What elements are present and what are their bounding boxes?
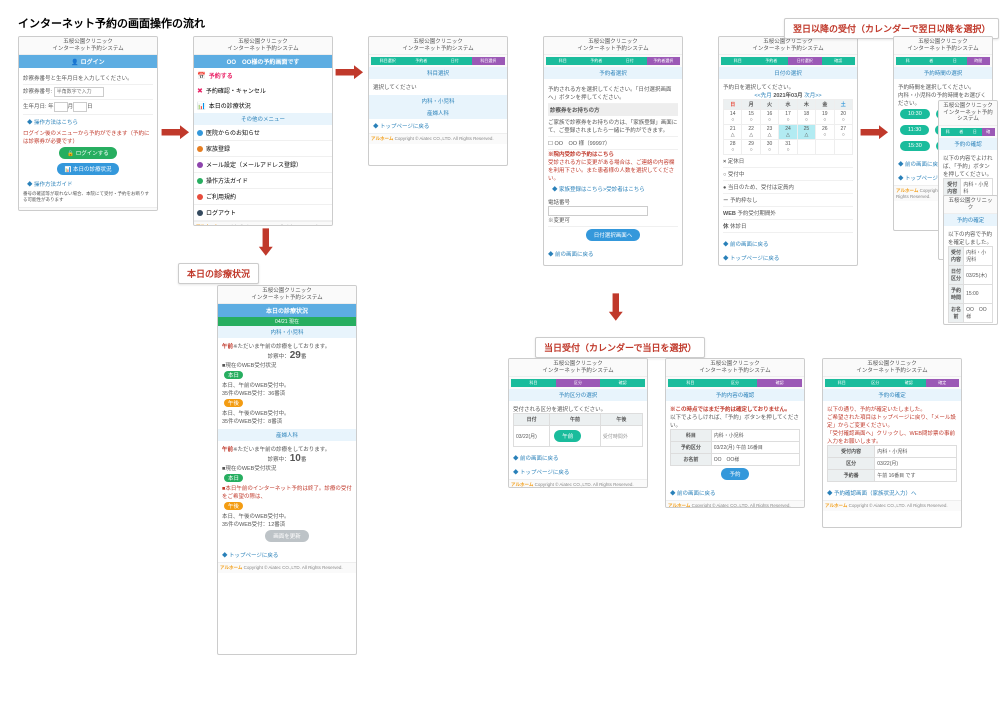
screen-calendar: 五桜公園クリニックインターネット予約システム 科目予約者日付選択確認 日付の選択…: [718, 36, 858, 266]
manual-link[interactable]: 操作方法はこちら: [23, 115, 153, 129]
dept-2[interactable]: 産婦人科: [369, 107, 507, 119]
dept-1: 内科・小児科: [218, 326, 356, 338]
no-head: ※院内受診の予約はこちら: [548, 150, 678, 158]
tel-input[interactable]: [548, 206, 648, 216]
menu-item[interactable]: 医院からのお知らせ: [194, 125, 332, 141]
back-link[interactable]: 前の画面に戻る: [719, 237, 857, 251]
time-slot[interactable]: 15:30: [900, 141, 930, 151]
label-same-day: 当日受付（カレンダーで当日を選択）: [535, 337, 705, 358]
calendar-table[interactable]: 日月火水木金土14○15○16○17○18○19○20○21△22△23△24△…: [723, 99, 853, 155]
screen-patient: 五桜公園クリニックインターネット予約システム 科目予約者日付予約者選択 予約者選…: [543, 36, 683, 266]
refresh-btn[interactable]: 画面を更新: [265, 530, 309, 542]
menu-item[interactable]: 操作方法ガイド: [194, 173, 332, 189]
patient-head: 予約される方を選択してください。「日付選択画面へ」ボタンを押してください。: [548, 83, 678, 104]
cal-prompt: 予約日を選択してください。: [723, 83, 853, 91]
guide-link[interactable]: 操作方法ガイド: [23, 177, 153, 191]
reserve-btn[interactable]: 予約: [721, 468, 748, 480]
arrow-icon: ➡: [333, 55, 364, 88]
dept-2: 産婦人科: [218, 429, 356, 441]
q-body: ご家族で診察券をお持ちの方は、「家族登録」画面にて、ご登録されましたら一緒に予約…: [548, 116, 678, 137]
time-slot[interactable]: 11:30: [900, 125, 929, 135]
reserve-link[interactable]: 📅予約する: [194, 68, 332, 83]
patient-1[interactable]: ☐ OO OO 様（99997）: [548, 137, 678, 150]
screen-login: 五桜公園クリニックインターネット予約システム 👤 ログイン 診察券番号と生年月日…: [18, 36, 158, 211]
top-link[interactable]: トップページに戻る: [544, 261, 682, 266]
login-bar: 👤 ログイン: [19, 55, 157, 68]
screen-done-next: 五桜公園クリニック 予約の確定 以下の内容で予約を確定しました。 受付内容内科・…: [943, 195, 998, 325]
next-month[interactable]: 次月>>: [804, 93, 821, 99]
page-title: インターネット予約の画面操作の流れ: [18, 15, 205, 31]
screen-dept: 五桜公園クリニックインターネット予約システム 科目選択予約者日付科目選択 科目選…: [368, 36, 508, 166]
screen-sd-done: 五桜公園クリニックインターネット予約システム 科目区分確認確定 予約の確定 以下…: [822, 358, 962, 528]
arrow-icon: ➡: [159, 115, 190, 148]
status-link[interactable]: 📊本日の診療状況: [194, 98, 332, 113]
login-desc: 診察券番号と生年月日を入力してください。: [23, 72, 153, 85]
q-head: 診察券をお持ちの方: [548, 104, 678, 116]
arrow-icon: ➡: [858, 115, 889, 148]
top-link[interactable]: トップページに戻る: [369, 119, 507, 133]
greeting: OO OO様の予約画面です: [194, 55, 332, 68]
status-button[interactable]: 📊 本日の診療状況: [57, 163, 120, 175]
screen-sd-select: 五桜公園クリニックインターネット予約システム 科目区分確認 予約区分の選択 受付…: [508, 358, 648, 488]
login-button[interactable]: 🔒 ログインする: [59, 147, 116, 159]
next-btn[interactable]: 日付選択画面へ: [586, 229, 641, 241]
dept-bar: 科目選択: [369, 67, 507, 79]
birth-row: 生年月日: 年月日: [23, 100, 153, 115]
clinic-header: 五桜公園クリニックインターネット予約システム: [19, 37, 157, 55]
login-note: ログイン後のメニューから予約ができます（予約には診察券が必要です）: [23, 129, 153, 145]
screen-status: 五桜公園クリニックインターネット予約システム 本日の診療状況 04/21 現在 …: [217, 285, 357, 655]
am-btn[interactable]: 午前: [554, 430, 581, 442]
screen-sd-confirm: 五桜公園クリニックインターネット予約システム 科目区分確認 予約内容の確認 ※こ…: [665, 358, 805, 508]
prev-month[interactable]: <<先月: [754, 93, 771, 99]
dept-prompt: 選択してください: [369, 79, 507, 95]
top-link[interactable]: トップページに戻る: [719, 251, 857, 265]
card-input[interactable]: [54, 87, 104, 97]
menu-section: その他のメニュー: [194, 113, 332, 125]
time-slot[interactable]: 10:30: [900, 109, 930, 119]
screen-menu: 五桜公園クリニックインターネット予約システム OO OO様の予約画面です 📅予約…: [193, 36, 333, 226]
no-note: 受診される方に変更がある場合は、ご連絡の内容欄を利用下さい。また患者様の人数を選…: [548, 158, 678, 182]
arrow-down-icon: ➡: [250, 226, 283, 257]
menu-item[interactable]: メール設定（メールアドレス登録）: [194, 157, 332, 173]
label-today-status: 本日の診療状況: [178, 263, 259, 284]
cancel-link[interactable]: ✖予約確認・キャンセル: [194, 83, 332, 98]
menu-item[interactable]: ログアウト: [194, 205, 332, 221]
menu-item[interactable]: 家族登録: [194, 141, 332, 157]
cal-month: 2021年03月: [773, 93, 802, 99]
menu-item[interactable]: ご利用規約: [194, 189, 332, 205]
birth-m[interactable]: [73, 102, 87, 112]
add-link[interactable]: 家族登録はこちら>受診者はこちら: [548, 182, 678, 196]
login-warn: 番号の確認等が取れない場合、本院にて受付・予約をお断りする可能性があります: [23, 191, 153, 203]
dept-1[interactable]: 内科・小児科: [369, 95, 507, 107]
back-link[interactable]: 前の画面に戻る: [544, 247, 682, 261]
arrow-down-icon: ➡: [600, 291, 633, 322]
card-row: 診察券番号:: [23, 85, 153, 100]
birth-y[interactable]: [54, 102, 68, 112]
